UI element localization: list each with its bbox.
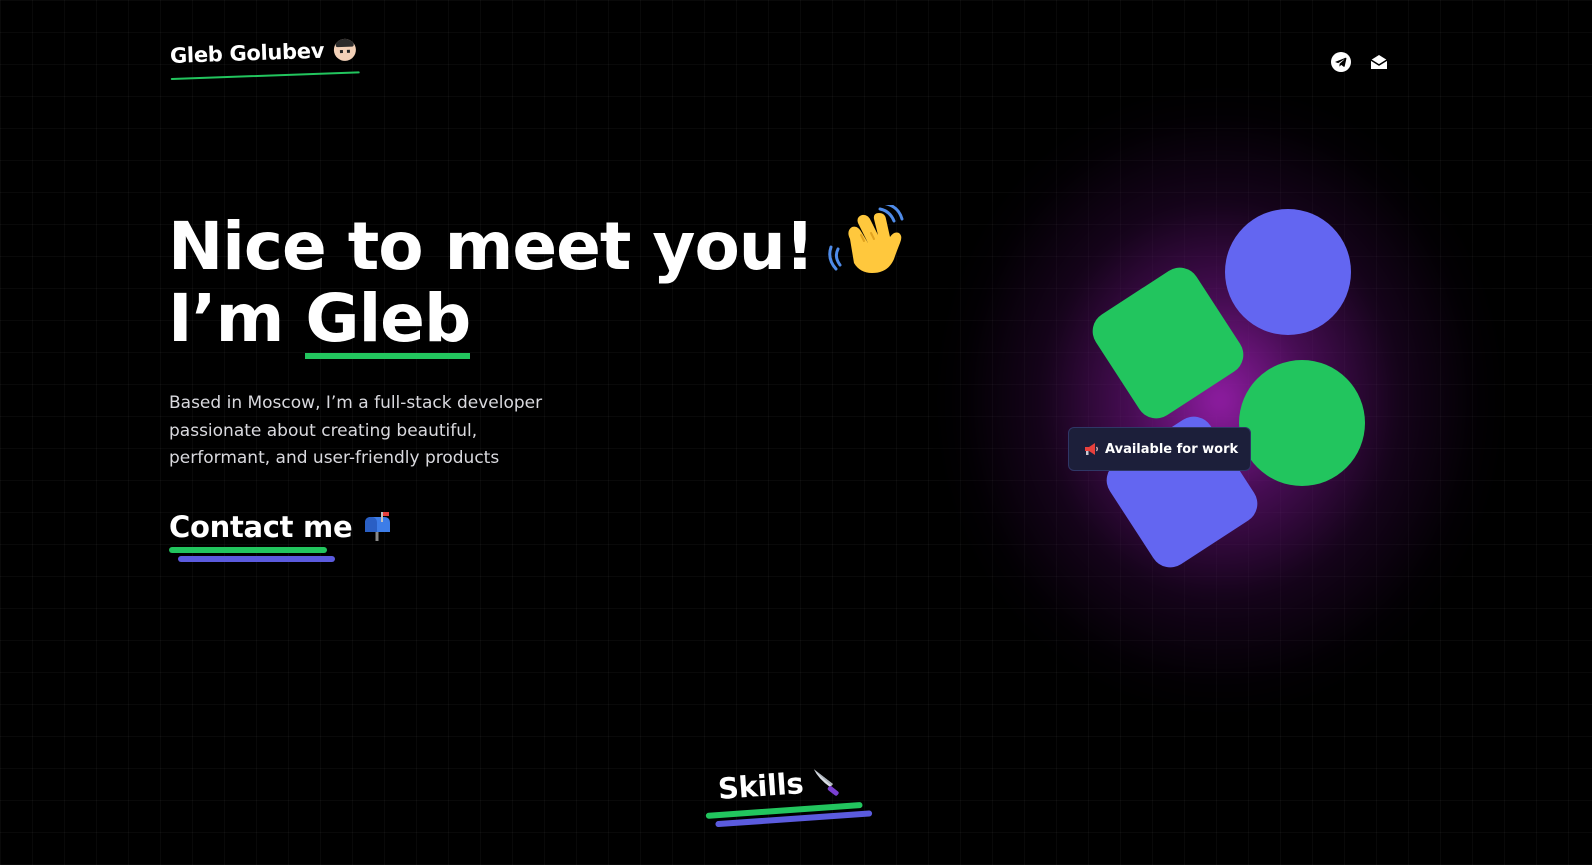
badge-label: Available for work — [1105, 441, 1239, 457]
skills-label: Skills — [716, 766, 805, 806]
mail-icon — [1370, 55, 1388, 69]
mailbox-emoji-icon — [365, 512, 391, 541]
megaphone-emoji-icon — [1085, 443, 1098, 455]
contact-underline-green — [169, 547, 327, 553]
man-face-emoji-icon — [333, 38, 357, 62]
knife-emoji-icon — [814, 769, 840, 796]
hero-title-line-1: Nice to meet you! — [168, 205, 908, 283]
logo-link[interactable]: Gleb Golubev — [169, 38, 360, 80]
contact-me-label: Contact me — [169, 510, 353, 544]
purple-glow — [940, 90, 1500, 710]
logo-name: Gleb Golubev — [169, 38, 325, 68]
hero-name-underline — [305, 353, 471, 359]
email-link[interactable] — [1369, 52, 1389, 72]
hero-title: Nice to meet you! I’m Gleb — [168, 205, 908, 359]
skills-heading: Skills — [705, 763, 873, 828]
contact-underline-blue — [178, 556, 335, 562]
blue-circle-shape — [1225, 209, 1351, 335]
telegram-link[interactable] — [1331, 52, 1351, 72]
green-circle-shape — [1239, 360, 1365, 486]
hero-name: Gleb — [305, 280, 471, 359]
social-links — [1331, 52, 1389, 72]
telegram-icon — [1331, 52, 1351, 72]
hero-greeting: Nice to meet you! — [168, 208, 815, 285]
waving-hand-emoji-icon — [828, 205, 904, 273]
hero-im: I’m — [168, 280, 306, 357]
hero-title-line-2: I’m Gleb — [168, 280, 908, 359]
hero-name-text: Gleb — [305, 280, 471, 357]
available-for-work-badge: Available for work — [1068, 427, 1252, 471]
contact-me-link[interactable]: Contact me — [169, 510, 392, 562]
hero-bio: Based in Moscow, I’m a full-stack develo… — [169, 393, 543, 468]
logo-underline — [170, 71, 360, 80]
